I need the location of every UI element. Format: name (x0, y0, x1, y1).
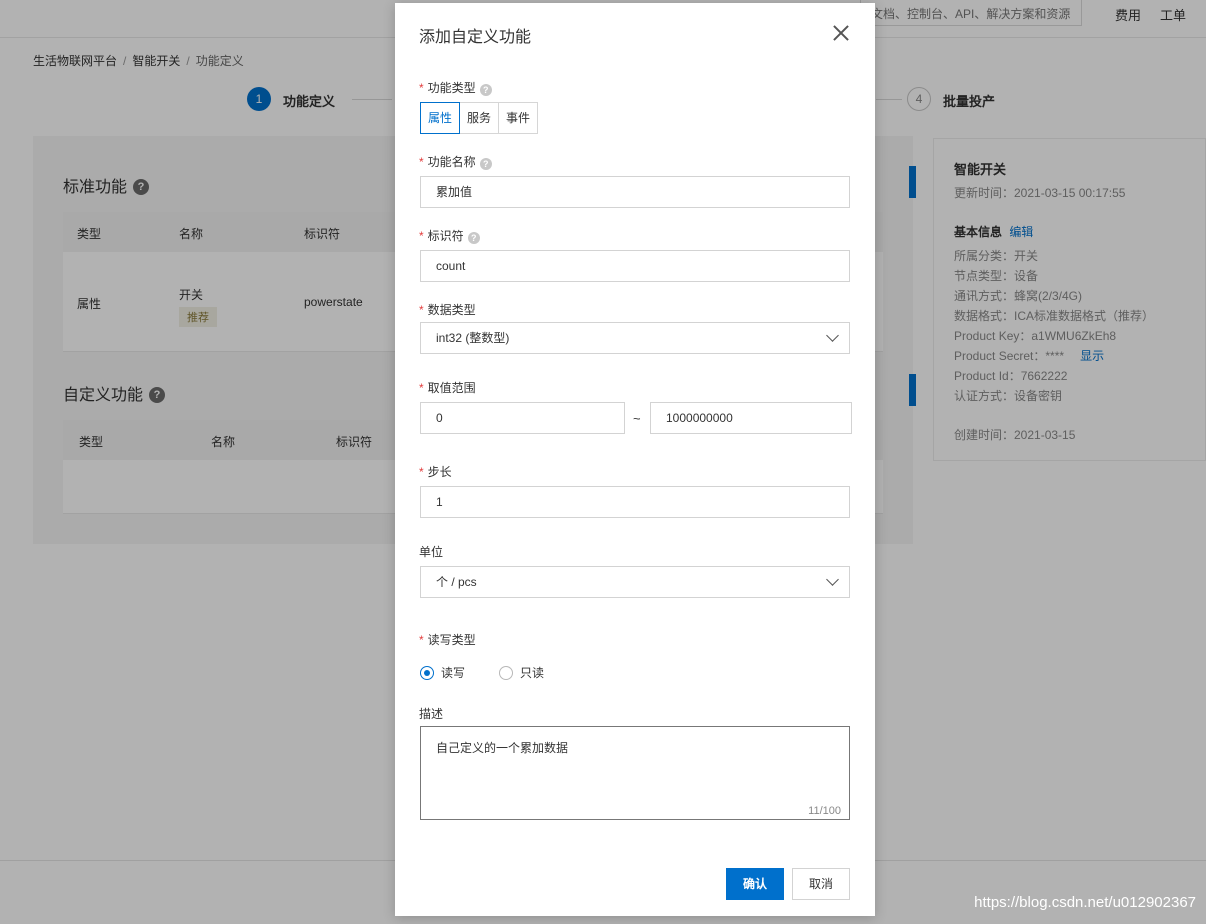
step-input[interactable]: 1 (420, 486, 850, 518)
range-separator: ~ (633, 411, 641, 426)
char-counter: 11/100 (808, 805, 841, 817)
feature-type-service[interactable]: 服务 (459, 102, 500, 134)
data-type-label: * 数据类型 (419, 303, 476, 317)
chevron-down-icon (826, 573, 839, 586)
feature-type-event[interactable]: 事件 (498, 102, 539, 134)
radio-checked-icon (420, 665, 434, 680)
range-max-input[interactable]: 1000000000 (650, 402, 852, 434)
feature-type-property[interactable]: 属性 (420, 102, 461, 134)
rw-read-write-radio[interactable]: 读写 (420, 664, 465, 681)
range-min-input[interactable]: 0 (420, 402, 625, 434)
help-icon[interactable]: ? (479, 158, 492, 170)
data-type-select[interactable]: int32 (整数型) (420, 322, 850, 354)
help-icon[interactable]: ? (467, 232, 480, 244)
value-range-label: * 取值范围 (419, 381, 476, 395)
unit-select[interactable]: 个 / pcs (420, 566, 850, 598)
step-label: * 步长 (419, 465, 452, 479)
add-custom-function-dialog: 添加自定义功能 * 功能类型? 属性 服务 事件 * 功能名称? 累加值 * 标识符?… (395, 3, 875, 916)
function-name-input[interactable]: 累加值 (420, 176, 850, 208)
dialog-title: 添加自定义功能 (419, 29, 532, 46)
feature-type-label: * 功能类型? (419, 79, 492, 96)
function-name-label: * 功能名称? (419, 153, 492, 170)
rw-read-only-radio[interactable]: 只读 (499, 664, 544, 681)
close-icon[interactable] (831, 23, 851, 43)
rw-type-label: * 读写类型 (419, 633, 476, 647)
description-textarea[interactable]: 自己定义的一个累加数据 11/100 (420, 726, 850, 820)
chevron-down-icon (826, 329, 839, 342)
identifier-label: * 标识符? (419, 227, 480, 244)
confirm-button[interactable]: 确认 (726, 868, 784, 900)
help-icon[interactable]: ? (479, 84, 492, 96)
radio-unchecked-icon (499, 665, 513, 680)
feature-type-selector: 属性 服务 事件 (420, 102, 539, 134)
cancel-button[interactable]: 取消 (792, 868, 850, 900)
identifier-input[interactable]: count (420, 250, 850, 282)
unit-label: 单位 (419, 545, 444, 559)
watermark: https://blog.csdn.net/u012902367 (974, 894, 1196, 911)
description-label: 描述 (419, 707, 444, 721)
